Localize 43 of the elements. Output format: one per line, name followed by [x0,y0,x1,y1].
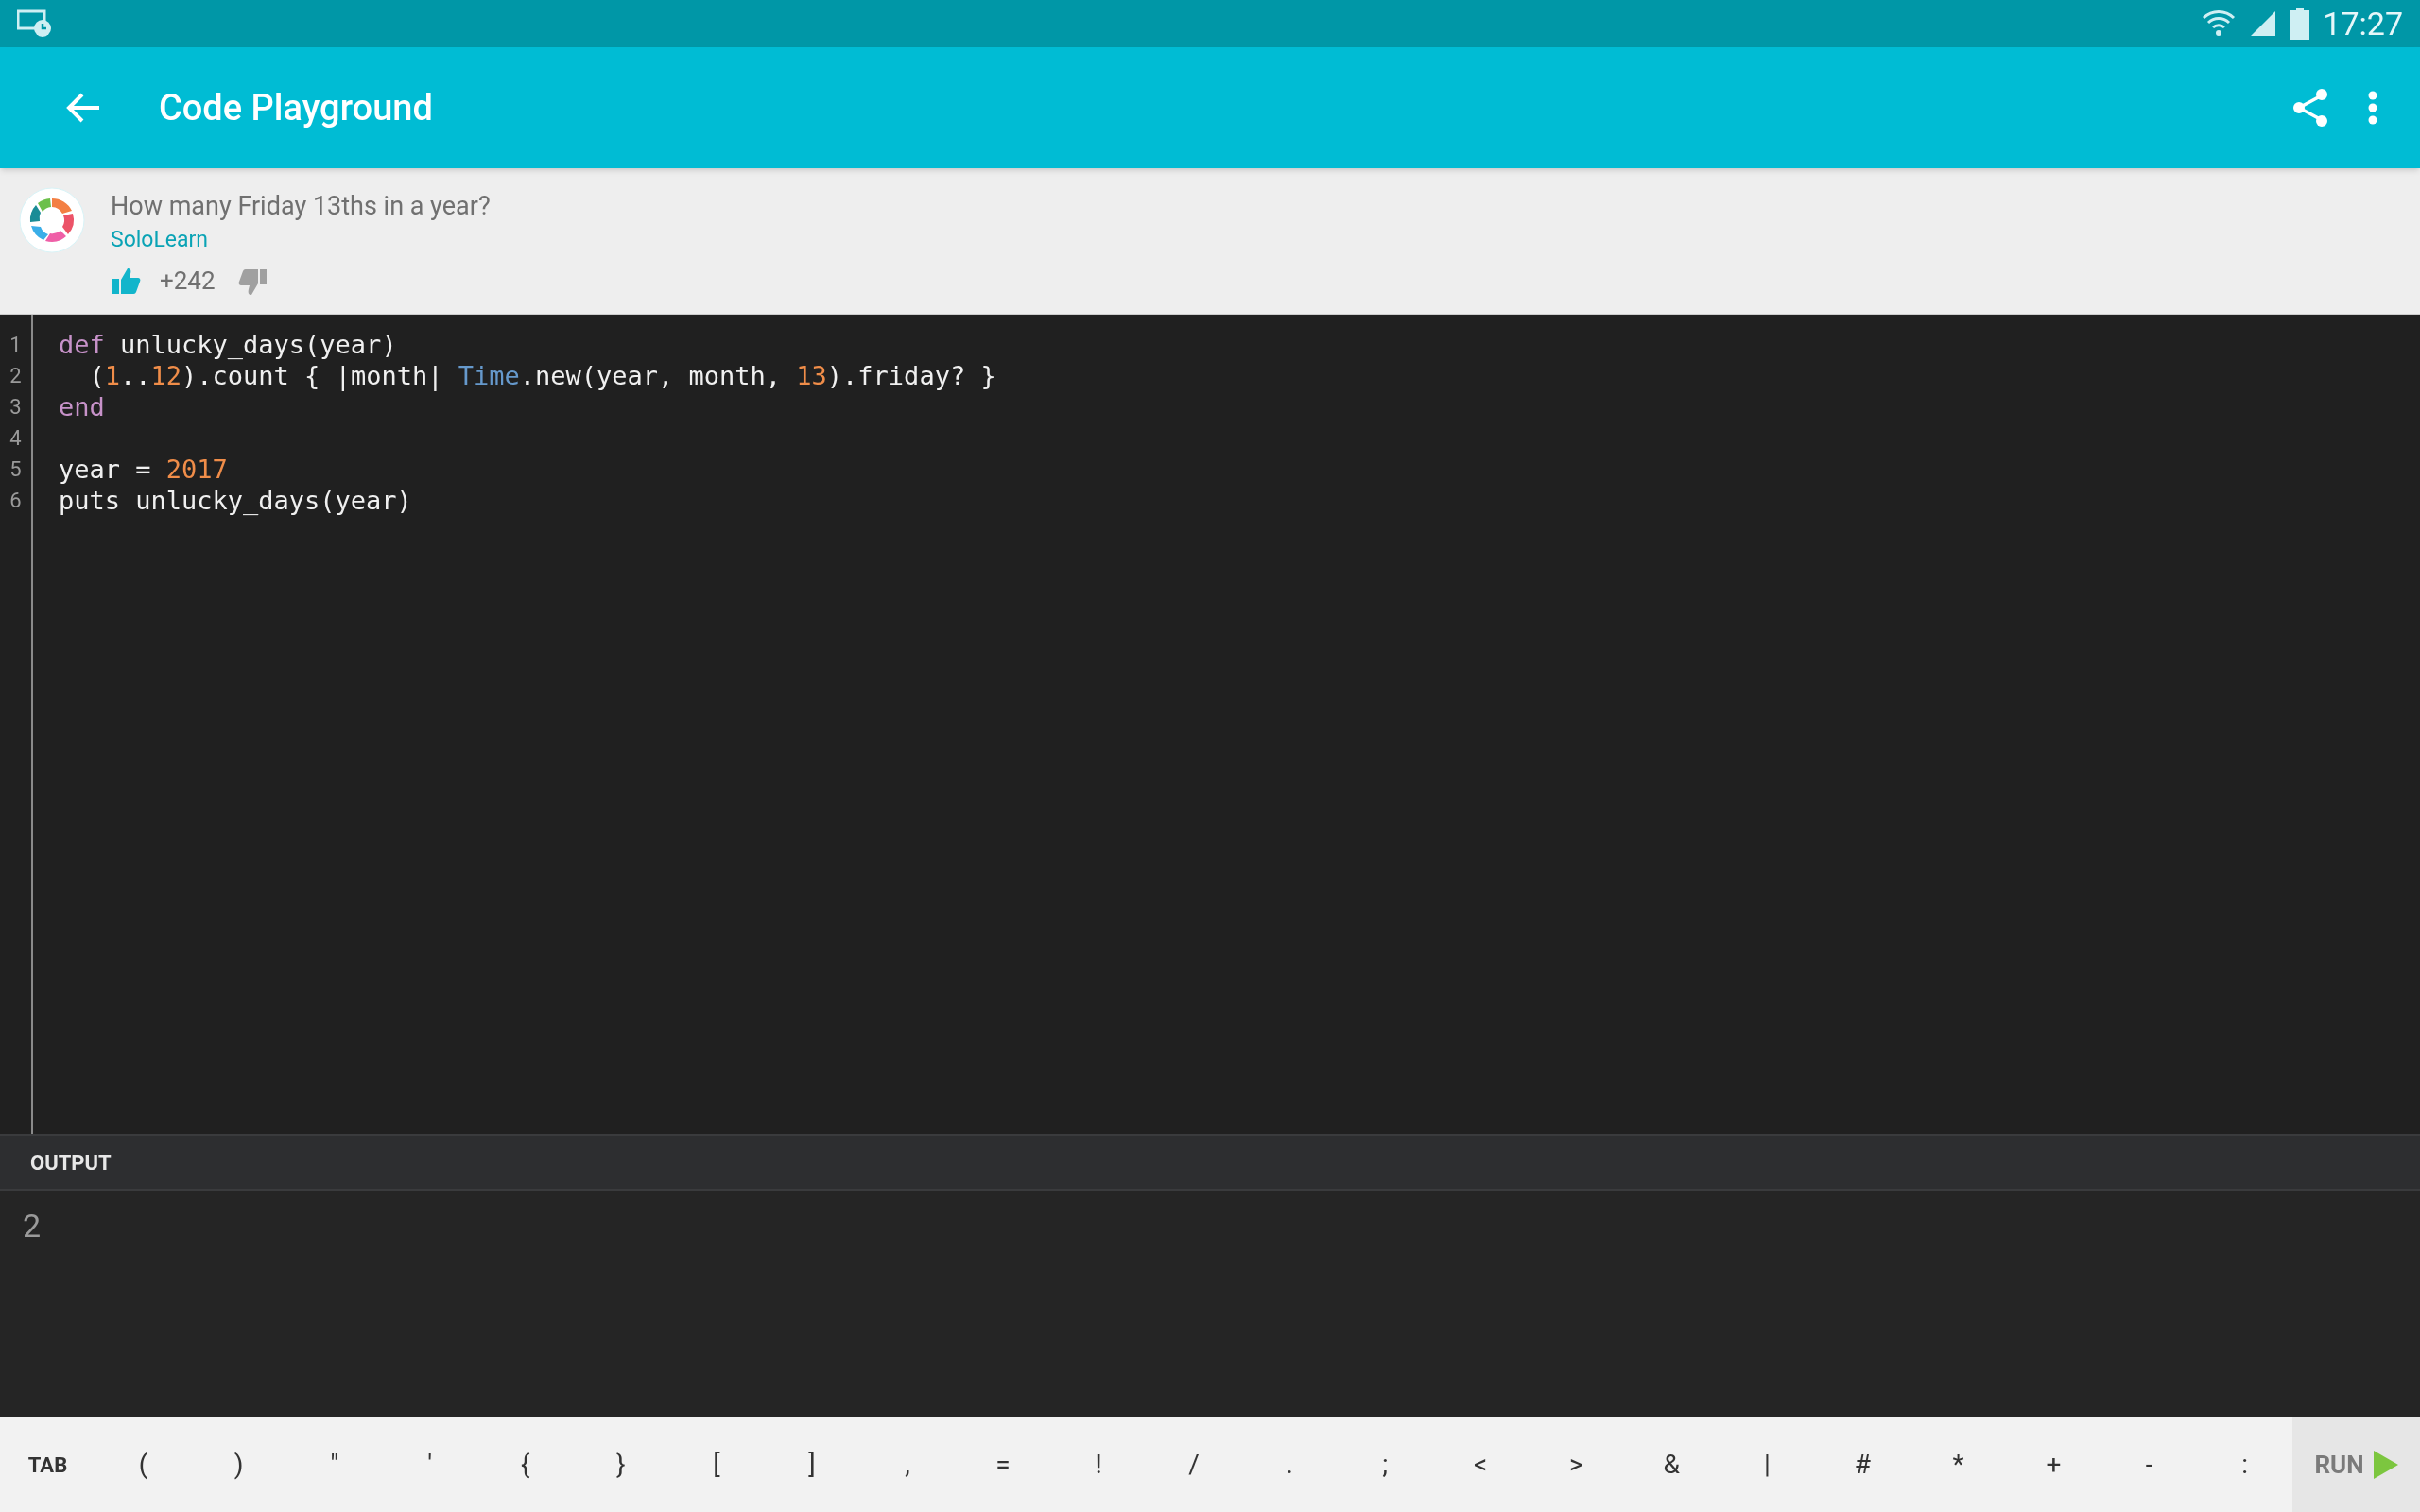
line-number: 6 [9,488,22,514]
key-button[interactable]: TAB [0,1418,96,1512]
play-icon [2373,1451,2398,1479]
output-heading: OUTPUT [30,1149,112,1177]
battery-icon [2290,8,2310,40]
key-button[interactable]: " [286,1418,383,1512]
key-button[interactable]: : [2197,1418,2293,1512]
signal-icon [2249,9,2278,38]
key-button[interactable]: > [1528,1418,1624,1512]
key-button[interactable]: = [955,1418,1051,1512]
line-number: 2 [9,363,22,389]
key-button[interactable]: . [1241,1418,1338,1512]
key-button[interactable]: / [1146,1418,1242,1512]
key-button[interactable]: ; [1337,1418,1433,1512]
app-title: Code Playground [159,85,433,130]
screen-clock-icon [17,9,53,38]
key-button[interactable]: + [2006,1418,2102,1512]
key-button[interactable]: ( [95,1418,192,1512]
key-button[interactable]: [ [668,1418,765,1512]
line-number: 1 [9,332,22,358]
key-button[interactable]: # [1814,1418,1910,1512]
vote-count: +242 [160,266,216,297]
key-button[interactable]: { [477,1418,574,1512]
code-editor[interactable]: def unlucky_days(year) (1..12).count { |month| Time.new(year, month, 13).friday? } end year = 2017 puts unlucky_days(year) [33,315,996,1134]
output-text: 2 [23,1206,42,1246]
key-button[interactable]: } [573,1418,669,1512]
line-number: 4 [9,425,22,452]
question-title: How many Friday 13ths in a year? [111,190,491,223]
logo-icon [19,187,85,253]
key-button[interactable]: , [859,1418,956,1512]
line-number: 5 [9,456,22,483]
key-button[interactable]: ! [1050,1418,1147,1512]
key-button[interactable]: ] [764,1418,860,1512]
line-number: 3 [9,394,22,421]
key-button[interactable]: & [1623,1418,1720,1512]
clock-time: 17:27 [2323,3,2403,44]
key-button[interactable]: ' [382,1418,478,1512]
key-button[interactable]: ) [191,1418,287,1512]
key-button[interactable]: | [1719,1418,1815,1512]
key-button[interactable]: - [2101,1418,2198,1512]
key-button[interactable]: < [1432,1418,1529,1512]
more-vertical-icon [2368,91,2377,125]
key-button[interactable]: * [1910,1418,2006,1512]
